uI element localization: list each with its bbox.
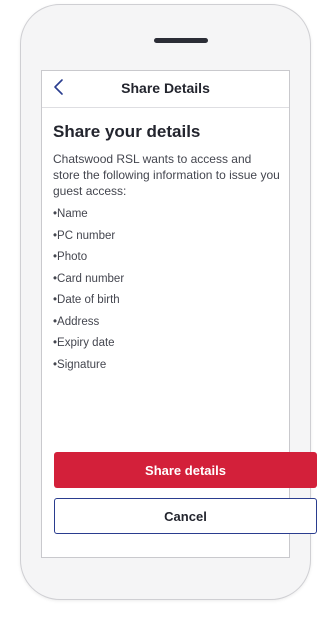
cancel-button[interactable]: Cancel (54, 498, 317, 534)
section-heading: Share your details (53, 122, 201, 141)
list-item: Date of birth (53, 293, 281, 307)
speaker-grille (154, 38, 208, 43)
share-details-button[interactable]: Share details (54, 452, 317, 488)
list-item: Name (53, 207, 281, 221)
list-item: Address (53, 315, 281, 329)
page-title: Share Details (121, 80, 210, 96)
list-item: Card number (53, 272, 281, 286)
list-item: PC number (53, 229, 281, 243)
list-item: Signature (53, 358, 281, 372)
list-item: Photo (53, 250, 281, 264)
intro-text: Chatswood RSL wants to access and store … (53, 152, 280, 198)
details-content: Share your details Chatswood RSL wants t… (53, 121, 281, 379)
app-screen: Share Details Share your details Chatswo… (41, 70, 317, 558)
list-item: Expiry date (53, 336, 281, 350)
info-list: Name PC number Photo Card number Date of… (53, 207, 281, 372)
nav-bar: Share Details (42, 71, 289, 108)
